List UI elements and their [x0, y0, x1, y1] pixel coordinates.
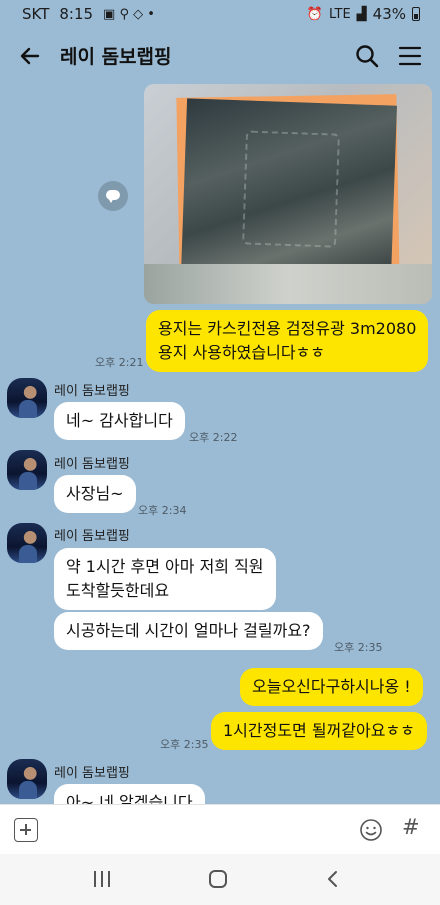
chat-title: 레이 돔보랩핑	[60, 46, 172, 68]
message-line: 도착할듯한데요	[66, 581, 170, 600]
message-time: 오후 2:34	[138, 504, 187, 517]
signal-icon: ▟	[356, 6, 367, 22]
other-message-bubble[interactable]: 아~ 네 알겠습니다	[54, 784, 205, 804]
notification-icons: ▣ ⚲ ◇ •	[103, 6, 155, 22]
photo-message[interactable]	[144, 84, 432, 304]
message-text: 1시간정도면 될꺼같아요ㅎㅎ	[223, 721, 415, 740]
share-icon[interactable]	[98, 181, 128, 211]
photo-vinyl-sheet	[181, 98, 397, 281]
message-text: 아~ 네 알겠습니다	[66, 793, 193, 804]
photo-floor	[144, 264, 432, 304]
other-message-bubble[interactable]: 약 1시간 후면 아마 저희 직원 도착할듯한데요	[54, 548, 276, 610]
carrier-label: SKT	[22, 5, 50, 23]
message-time: 오후 2:35	[334, 641, 383, 654]
sender-name: 레이 돔보랩핑	[54, 529, 130, 544]
sender-name: 레이 돔보랩핑	[54, 457, 130, 472]
my-message-bubble[interactable]: 오늘오신다구하시나옹 !	[240, 668, 423, 706]
hash-icon[interactable]: #	[402, 815, 420, 839]
back-arrow-icon[interactable]	[16, 42, 44, 70]
sender-name: 레이 돔보랩핑	[54, 384, 130, 399]
sender-name: 레이 돔보랩핑	[54, 766, 130, 781]
message-text: 오늘오신다구하시나옹 !	[252, 677, 411, 696]
other-message-bubble[interactable]: 사장님~	[54, 475, 136, 513]
system-nav-bar	[0, 854, 440, 905]
message-text: 사장님~	[66, 484, 124, 503]
avatar[interactable]	[7, 450, 47, 490]
message-line: 용지는 카스킨전용 검정유광 3m2080	[158, 319, 417, 338]
message-text: 시공하는데 시간이 얼마나 걸릴까요?	[66, 621, 311, 640]
my-message-bubble[interactable]: 1시간정도면 될꺼같아요ㅎㅎ	[211, 712, 427, 750]
chat-area[interactable]: 용지는 카스킨전용 검정유광 3m2080 용지 사용하였습니다ㅎㅎ 오후 2:…	[0, 84, 440, 804]
message-input-bar[interactable]: #	[0, 804, 440, 854]
avatar[interactable]	[7, 523, 47, 563]
nav-back-icon[interactable]	[324, 870, 342, 888]
my-message-bubble[interactable]: 용지는 카스킨전용 검정유광 3m2080 용지 사용하였습니다ㅎㅎ	[146, 310, 429, 372]
network-type: LTE	[329, 6, 351, 22]
message-line: 약 1시간 후면 아마 저희 직원	[66, 557, 264, 576]
status-bar: SKT 8:15 ▣ ⚲ ◇ • ⏰ LTE ▟ 43%	[0, 0, 440, 28]
avatar[interactable]	[7, 378, 47, 418]
message-time: 오후 2:21	[95, 356, 144, 369]
chat-header: 레이 돔보랩핑	[0, 28, 440, 84]
battery-icon	[412, 7, 420, 21]
emoji-icon[interactable]	[359, 818, 383, 842]
plus-icon[interactable]	[14, 818, 38, 842]
other-message-bubble[interactable]: 네~ 감사합니다	[54, 402, 185, 440]
home-icon[interactable]	[209, 870, 227, 888]
recent-apps-icon[interactable]	[94, 871, 112, 887]
clock: 8:15	[59, 5, 94, 23]
other-message-bubble[interactable]: 시공하는데 시간이 얼마나 걸릴까요?	[54, 612, 323, 650]
battery-percent: 43%	[372, 5, 406, 23]
avatar[interactable]	[7, 759, 47, 799]
message-time: 오후 2:35	[160, 738, 209, 751]
message-time: 오후 2:22	[189, 431, 238, 444]
message-text: 네~ 감사합니다	[66, 411, 173, 430]
search-icon[interactable]	[354, 43, 380, 69]
message-line: 용지 사용하였습니다ㅎㅎ	[158, 343, 326, 362]
hamburger-menu-icon[interactable]	[398, 44, 422, 68]
alarm-icon: ⏰	[306, 6, 324, 22]
